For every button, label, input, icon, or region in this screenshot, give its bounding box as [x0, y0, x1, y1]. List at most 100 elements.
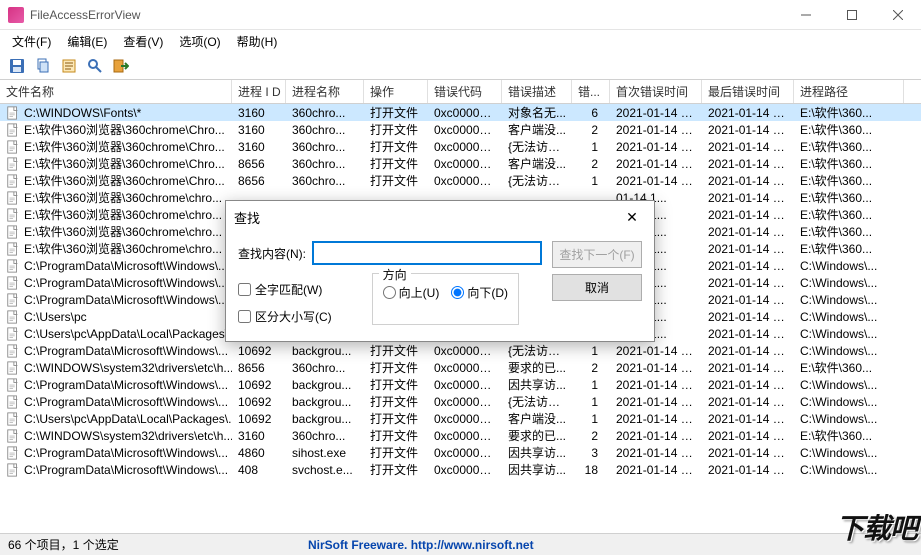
table-row[interactable]: E:\软件\360浏览器\360chrome\Chro...3160360chr… — [0, 138, 921, 155]
cell-last-time: 2021-01-14 15... — [702, 105, 794, 121]
cell-last-time: 2021-01-14 15... — [702, 445, 794, 461]
cell-filename: C:\ProgramData\Microsoft\Windows\... — [0, 394, 232, 410]
table-row[interactable]: C:\WINDOWS\system32\drivers\etc\h...3160… — [0, 427, 921, 444]
table-row[interactable]: E:\软件\360浏览器\360chrome\Chro...8656360chr… — [0, 172, 921, 189]
find-dialog-titlebar[interactable]: 查找 ✕ — [226, 201, 654, 233]
cell-last-time: 2021-01-14 15... — [702, 411, 794, 427]
cell-filename: C:\WINDOWS\Fonts\* — [0, 105, 232, 121]
table-row[interactable]: E:\软件\360浏览器\360chrome\Chro...3160360chr… — [0, 121, 921, 138]
find-cancel-button[interactable]: 取消 — [552, 274, 642, 301]
cell-filename: C:\ProgramData\Microsoft\Windows\... — [0, 292, 232, 308]
col-operation[interactable]: 操作 — [364, 80, 428, 103]
minimize-button[interactable] — [783, 0, 829, 30]
cell-error-code — [428, 197, 502, 199]
cell-filename: C:\ProgramData\Microsoft\Windows\... — [0, 462, 232, 478]
cell-error-code: 0xc0000061 — [428, 122, 502, 138]
cell-process-path: C:\Windows\... — [794, 377, 904, 393]
col-error-code[interactable]: 错误代码 — [428, 80, 502, 103]
whole-word-checkbox[interactable]: 全字匹配(W) — [238, 281, 332, 298]
table-row[interactable]: E:\软件\360浏览器\360chrome\Chro...8656360chr… — [0, 155, 921, 172]
table-row[interactable]: C:\ProgramData\Microsoft\Windows\...1069… — [0, 342, 921, 359]
find-input[interactable] — [312, 241, 542, 265]
match-case-checkbox[interactable]: 区分大小写(C) — [238, 308, 332, 325]
status-selection: 66 个项目，1 个选定 — [8, 536, 308, 553]
menu-edit[interactable]: 编辑(E) — [59, 31, 115, 52]
cell-operation: 打开文件 — [364, 171, 428, 190]
cell-count: 18 — [572, 462, 610, 478]
cell-pid: 3160 — [232, 428, 286, 444]
col-process-path[interactable]: 进程路径 — [794, 80, 904, 103]
copy-icon[interactable] — [32, 55, 54, 77]
menu-help[interactable]: 帮助(H) — [229, 31, 286, 52]
cell-pid: 8656 — [232, 360, 286, 376]
cell-process-name: 360chro... — [286, 173, 364, 189]
cell-filename: C:\ProgramData\Microsoft\Windows\... — [0, 445, 232, 461]
cell-last-time: 2021-01-14 15... — [702, 292, 794, 308]
cell-count: 1 — [572, 411, 610, 427]
table-row[interactable]: C:\ProgramData\Microsoft\Windows\...408s… — [0, 461, 921, 478]
cell-process-name: backgrou... — [286, 377, 364, 393]
cell-error-code: 0xc0000022 — [428, 343, 502, 359]
find-icon[interactable] — [84, 55, 106, 77]
cell-filename: C:\ProgramData\Microsoft\Windows\... — [0, 258, 232, 274]
table-row[interactable]: C:\Users\pc\AppData\Local\Packages\...10… — [0, 410, 921, 427]
find-close-button[interactable]: ✕ — [618, 203, 646, 231]
cell-first-time: 2021-01-14 1... — [610, 156, 702, 172]
col-pid[interactable]: 进程 I D — [232, 80, 286, 103]
cell-process-name: 360chro... — [286, 105, 364, 121]
close-button[interactable] — [875, 0, 921, 30]
col-first-time[interactable]: 首次错误时间 — [610, 80, 702, 103]
cell-error-code: 0xc0000022 — [428, 173, 502, 189]
cell-first-time: 2021-01-14 1... — [610, 445, 702, 461]
col-error-desc[interactable]: 错误描述 — [502, 80, 572, 103]
cell-count — [572, 197, 610, 199]
statusbar: 66 个项目，1 个选定 NirSoft Freeware. http://ww… — [0, 533, 921, 555]
cell-error-code: 0xc0000033 — [428, 105, 502, 121]
cell-last-time: 2021-01-14 15... — [702, 173, 794, 189]
find-next-button[interactable]: 查找下一个(F) — [552, 241, 642, 268]
cell-last-time: 2021-01-14 15... — [702, 122, 794, 138]
cell-process-path: C:\Windows\... — [794, 258, 904, 274]
table-row[interactable]: C:\ProgramData\Microsoft\Windows\...4860… — [0, 444, 921, 461]
maximize-button[interactable] — [829, 0, 875, 30]
direction-up-radio[interactable]: 向上(U) — [383, 284, 440, 301]
cell-filename: C:\ProgramData\Microsoft\Windows\... — [0, 343, 232, 359]
cell-filename: C:\Users\pc\AppData\Local\Packages\... — [0, 326, 232, 342]
menu-options[interactable]: 选项(O) — [171, 31, 228, 52]
cell-pid: 3160 — [232, 105, 286, 121]
direction-group: 方向 向上(U) 向下(D) — [372, 273, 519, 325]
exit-icon[interactable] — [110, 55, 132, 77]
cell-pid: 3160 — [232, 122, 286, 138]
cell-process-name: backgrou... — [286, 343, 364, 359]
menu-file[interactable]: 文件(F) — [4, 31, 59, 52]
cell-first-time: 2021-01-14 1... — [610, 343, 702, 359]
save-icon[interactable] — [6, 55, 28, 77]
col-last-time[interactable]: 最后错误时间 — [702, 80, 794, 103]
properties-icon[interactable] — [58, 55, 80, 77]
cell-first-time: 2021-01-14 1... — [610, 462, 702, 478]
cell-filename: C:\WINDOWS\system32\drivers\etc\h... — [0, 428, 232, 444]
table-row[interactable]: C:\ProgramData\Microsoft\Windows\...1069… — [0, 376, 921, 393]
table-row[interactable]: C:\WINDOWS\system32\drivers\etc\h...8656… — [0, 359, 921, 376]
cell-pid: 408 — [232, 462, 286, 478]
cell-last-time: 2021-01-14 15... — [702, 224, 794, 240]
menu-view[interactable]: 查看(V) — [115, 31, 171, 52]
cell-error-code: 0xc0000103 — [428, 360, 502, 376]
cell-last-time: 2021-01-14 15... — [702, 394, 794, 410]
table-row[interactable]: C:\WINDOWS\Fonts\*3160360chro...打开文件0xc0… — [0, 104, 921, 121]
col-process-name[interactable]: 进程名称 — [286, 80, 364, 103]
status-link[interactable]: NirSoft Freeware. http://www.nirsoft.net — [308, 538, 534, 552]
cell-process-path: C:\Windows\... — [794, 462, 904, 478]
cell-first-time: 2021-01-14 1... — [610, 377, 702, 393]
find-content-label: 查找内容(N): — [238, 245, 306, 262]
cell-process-name — [286, 197, 364, 199]
cell-process-path: C:\Windows\... — [794, 292, 904, 308]
cell-process-path: E:\软件\360... — [794, 426, 904, 445]
cell-last-time: 2021-01-14 15... — [702, 207, 794, 223]
cell-count: 2 — [572, 156, 610, 172]
direction-down-radio[interactable]: 向下(D) — [451, 284, 508, 301]
col-filename[interactable]: 文件名称 — [0, 80, 232, 103]
col-count[interactable]: 错... — [572, 80, 610, 103]
table-row[interactable]: C:\ProgramData\Microsoft\Windows\...1069… — [0, 393, 921, 410]
cell-process-path: C:\Windows\... — [794, 326, 904, 342]
